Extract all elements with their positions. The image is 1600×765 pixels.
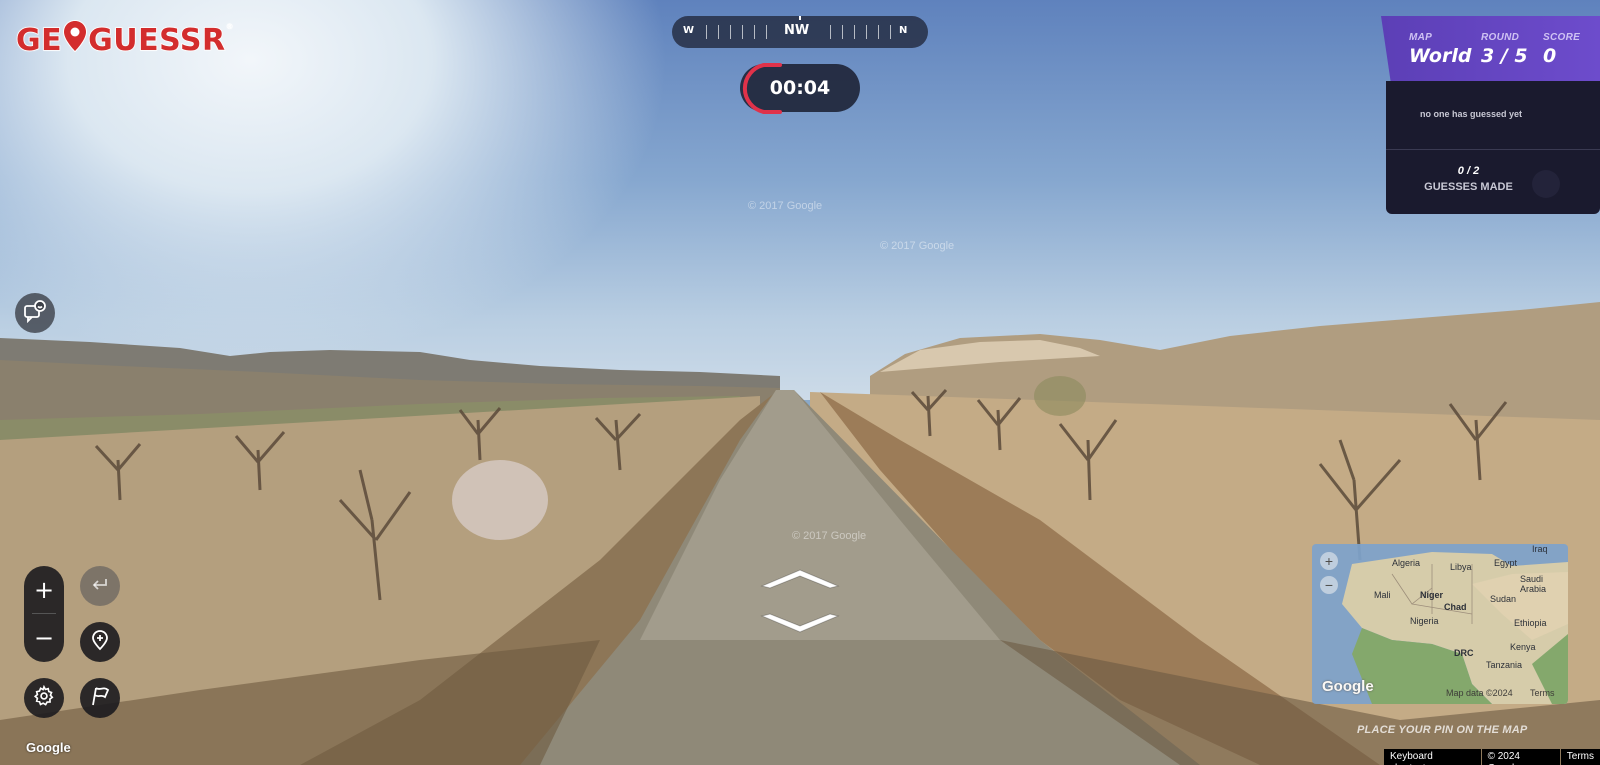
minimap-google-logo: Google [1322,678,1374,695]
round-value: 3 / 5 [1481,45,1528,67]
player-avatar [1532,170,1560,198]
map-label: Nigeria [1410,616,1439,626]
panel-divider [1386,149,1600,150]
move-forward-arrow[interactable] [760,569,840,589]
minus-icon: − [33,624,55,652]
map-label: Iraq [1532,544,1548,554]
map-data-credit: Map data ©2024 [1446,688,1513,698]
zoom-in-button[interactable]: + [24,566,64,614]
compass-center-marker [799,16,801,20]
score-status: SCORE 0 [1543,32,1580,67]
compass-heading: NW [784,23,810,38]
compass-tick [866,25,867,39]
watermark: © 2017 Google [880,240,955,252]
round-label: ROUND [1481,32,1520,43]
chat-button[interactable] [15,293,55,333]
round-status: ROUND 3 / 5 [1481,32,1528,67]
watermark: © 2017 Google [792,530,867,542]
compass-tick [878,25,879,39]
compass-tick [706,25,707,39]
map-label: Libya [1450,562,1472,572]
map-label: Egypt [1494,558,1518,568]
logo-text: GUESSR [87,22,226,59]
map-footer: Keyboard shortcuts © 2024 Google Terms [1383,749,1600,765]
geoguessr-logo[interactable]: GE GUESSR ® [15,19,235,60]
place-pin-hint: PLACE YOUR PIN ON THE MAP [1357,724,1528,736]
guess-panel: no one has guessed yet 0 / 2 GUESSES MAD… [1386,81,1600,214]
compass-tick [842,25,843,39]
compass-tick [766,25,767,39]
zoom-out-button[interactable]: − [24,614,64,662]
map-label: Niger [1420,590,1444,600]
timer-text: 00:04 [769,77,831,99]
compass-north-label: N [899,25,908,36]
compass-tick [730,25,731,39]
compass-west-label: W [683,25,695,36]
compass-tick [754,25,755,39]
map-value: World [1409,45,1472,67]
map-label: MAP [1409,32,1433,43]
undo-icon [90,574,110,599]
terms-link[interactable]: Terms [1560,749,1600,765]
add-pin-icon [89,629,111,656]
score-label: SCORE [1543,32,1581,43]
compass-tick [742,25,743,39]
plus-icon: + [33,576,55,604]
flag-icon [89,685,111,712]
map-label: Algeria [1392,558,1421,568]
zoom-control: + − [24,566,64,662]
round-timer: 00:04 [740,63,860,114]
return-to-start-button[interactable] [80,678,120,718]
move-backward-arrow[interactable] [760,613,840,633]
logo-text: GE [15,22,63,59]
guesses-count: 0 / 2 [1457,165,1480,177]
compass-tick [854,25,855,39]
compass-tick [890,25,891,39]
chat-icon [23,299,47,328]
compass-tick [718,25,719,39]
navigation-arrows [758,566,842,641]
map-label: Mali [1374,590,1391,600]
watermark: © 2017 Google [748,200,823,212]
map-label: Sudan [1490,594,1517,604]
map-label: Tanzania [1486,660,1523,670]
compass: W NW N [672,16,928,48]
guess-status-message: no one has guessed yet [1419,109,1523,119]
map-status: MAP World [1409,32,1471,67]
minimap-terms-link[interactable]: Terms [1530,688,1555,698]
guess-minimap[interactable]: + − Algeria Libya Egypt Iraq Saudi Arabi… [1312,544,1568,704]
set-checkpoint-button[interactable] [80,622,120,662]
minimap-zoom-in-button[interactable]: + [1320,552,1338,570]
guesses-label: GUESSES MADE [1424,181,1513,193]
google-logo: Google [26,740,71,755]
game-status-bar: MAP World ROUND 3 / 5 SCORE 0 [1381,16,1600,84]
map-pin-icon [63,19,88,60]
compass-tick [830,25,831,39]
undo-button[interactable] [80,566,120,606]
map-label: Saudi Arabia [1520,574,1547,594]
map-label: Kenya [1510,642,1536,652]
map-label: DRC [1454,648,1474,658]
map-label: Ethiopia [1514,618,1547,628]
settings-icon [33,684,55,712]
copyright-text: © 2024 Google [1481,749,1560,765]
settings-button[interactable] [24,678,64,718]
score-value: 0 [1543,45,1557,67]
minimap-zoom-out-button[interactable]: − [1320,576,1338,594]
keyboard-shortcuts-link[interactable]: Keyboard shortcuts [1384,749,1481,765]
registered-mark: ® [225,21,235,31]
map-label: Chad [1444,602,1467,612]
